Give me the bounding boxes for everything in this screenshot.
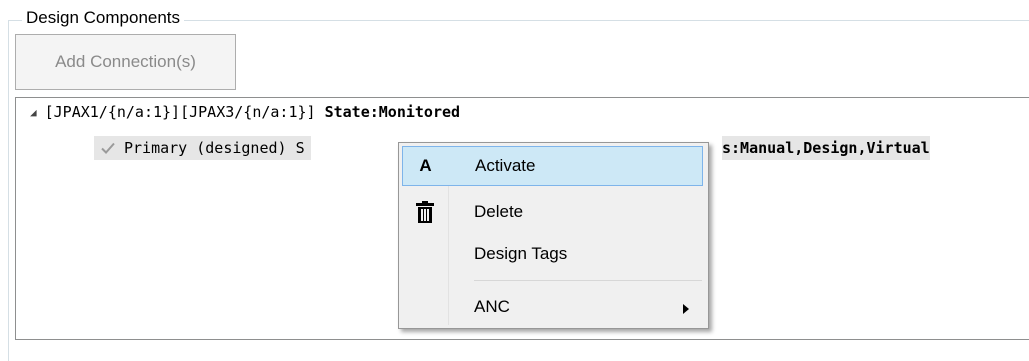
- menu-item-delete[interactable]: Delete: [402, 192, 703, 232]
- group-title: Design Components: [22, 8, 185, 28]
- tree-node-state: State:Monitored: [324, 103, 461, 121]
- menu-item-label: Delete: [474, 202, 524, 221]
- menu-item-activate[interactable]: A Activate: [402, 146, 703, 186]
- activate-icon: A: [419, 156, 432, 175]
- menu-item-label: Design Tags: [474, 244, 568, 263]
- menu-item-design-tags[interactable]: Design Tags: [402, 234, 703, 274]
- checkmark-icon[interactable]: [98, 138, 118, 158]
- tree-child-label: Primary (designed) S: [124, 139, 305, 157]
- tree-node-path: [JPAX1/{n/a:1}][JPAX3/{n/a:1}]: [44, 103, 316, 121]
- triangle-expanded-icon[interactable]: ◢: [30, 106, 37, 119]
- tree-child-row[interactable]: Primary (designed) S: [94, 136, 311, 160]
- add-connection-button[interactable]: Add Connection(s): [15, 34, 236, 90]
- tree-node-row[interactable]: ◢ [JPAX1/{n/a:1}][JPAX3/{n/a:1}] State:M…: [30, 100, 460, 124]
- menu-item-anc[interactable]: ANC: [402, 287, 703, 327]
- context-menu: A Activate Delete Design Tags ANC: [398, 142, 709, 329]
- trash-icon: [402, 201, 447, 223]
- tree-child-tags: s:Manual,Design,Virtual: [722, 136, 930, 160]
- menu-item-label: ANC: [474, 297, 510, 316]
- menu-separator: [474, 280, 702, 281]
- menu-item-label: Activate: [475, 156, 536, 175]
- submenu-arrow-icon: [683, 301, 689, 319]
